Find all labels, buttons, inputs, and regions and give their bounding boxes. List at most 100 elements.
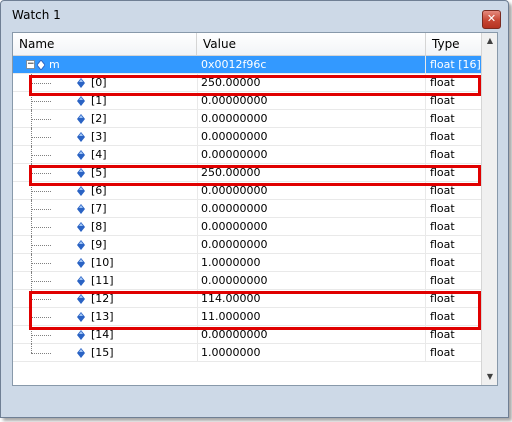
name-cell: [8] <box>13 218 198 236</box>
collapse-toggle[interactable]: − <box>26 60 35 69</box>
watch-row-root[interactable]: − m 0x0012f96c float [16] <box>13 56 481 74</box>
element-type: float <box>430 184 455 197</box>
watch-row[interactable]: [8] 0.00000000 float <box>13 218 481 236</box>
watch-row[interactable]: [5] 250.00000 float <box>13 164 481 182</box>
tree-branch <box>31 281 51 282</box>
tree-branch <box>31 155 51 156</box>
tree-branch <box>31 137 51 138</box>
element-type: float <box>430 256 455 269</box>
element-name: [15] <box>91 346 114 359</box>
element-value[interactable]: 0.00000000 <box>197 218 426 235</box>
element-value[interactable]: 0.00000000 <box>197 110 426 127</box>
watch-row[interactable]: [0] 250.00000 float <box>13 74 481 92</box>
watch-row[interactable]: [15] 1.0000000 float <box>13 344 481 362</box>
element-name: [1] <box>91 94 107 107</box>
name-cell: [10] <box>13 254 198 272</box>
tree-branch <box>31 101 51 102</box>
watch-row[interactable]: [13] 11.000000 float <box>13 308 481 326</box>
watch-row[interactable]: [4] 0.00000000 float <box>13 146 481 164</box>
watch-row[interactable]: [12] 114.00000 float <box>13 290 481 308</box>
name-cell: [7] <box>13 200 198 218</box>
title-bar[interactable]: Watch 1 ✕ <box>1 1 508 31</box>
watch-row[interactable]: [2] 0.00000000 float <box>13 110 481 128</box>
element-name: [11] <box>91 274 114 287</box>
watch-row[interactable]: [6] 0.00000000 float <box>13 182 481 200</box>
watch-window: Watch 1 ✕ Name Value Type − m 0x0012f96c… <box>0 0 509 418</box>
element-type: float <box>430 94 455 107</box>
scroll-down-arrow-icon[interactable]: ▼ <box>482 369 497 385</box>
tree-branch <box>31 299 51 300</box>
element-type: float <box>430 274 455 287</box>
element-value[interactable]: 0.00000000 <box>197 128 426 145</box>
variable-diamond-icon <box>77 186 85 196</box>
element-value[interactable]: 114.00000 <box>197 290 426 307</box>
variable-diamond-icon <box>77 78 85 88</box>
name-cell: [4] <box>13 146 198 164</box>
tree-branch <box>31 191 51 192</box>
root-value[interactable]: 0x0012f96c <box>197 56 426 73</box>
element-value[interactable]: 250.00000 <box>197 164 426 181</box>
element-name: [2] <box>91 112 107 125</box>
element-value[interactable]: 250.00000 <box>197 74 426 91</box>
root-type: float [16] <box>426 56 481 73</box>
name-cell: [0] <box>13 74 198 92</box>
watch-row[interactable]: [3] 0.00000000 float <box>13 128 481 146</box>
element-value[interactable]: 0.00000000 <box>197 182 426 199</box>
close-button[interactable]: ✕ <box>482 10 501 29</box>
column-value-header[interactable]: Value <box>197 33 426 55</box>
name-cell: [11] <box>13 272 198 290</box>
name-cell: [12] <box>13 290 198 308</box>
name-cell: [15] <box>13 344 198 361</box>
element-value[interactable]: 1.0000000 <box>197 344 426 361</box>
tree-branch <box>31 83 51 84</box>
name-cell: [2] <box>13 110 198 128</box>
variable-diamond-icon <box>77 348 85 358</box>
element-type: float <box>430 292 455 305</box>
window-title: Watch 1 <box>12 8 61 22</box>
vertical-scrollbar[interactable]: ▲ ▼ <box>481 33 497 385</box>
watch-row[interactable]: [7] 0.00000000 float <box>13 200 481 218</box>
variable-diamond-icon <box>77 114 85 124</box>
watch-row[interactable]: [14] 0.00000000 float <box>13 326 481 344</box>
element-name: [0] <box>91 76 107 89</box>
root-name-cell: − m <box>13 56 198 73</box>
watch-row[interactable]: [11] 0.00000000 float <box>13 272 481 290</box>
tree-connector <box>31 344 32 353</box>
variable-diamond-icon <box>77 132 85 142</box>
element-value[interactable]: 1.0000000 <box>197 254 426 271</box>
watch-row[interactable]: [10] 1.0000000 float <box>13 254 481 272</box>
name-cell: [13] <box>13 308 198 326</box>
variable-diamond-icon <box>77 204 85 214</box>
element-value[interactable]: 0.00000000 <box>197 272 426 289</box>
element-value[interactable]: 0.00000000 <box>197 200 426 217</box>
column-type-header[interactable]: Type <box>426 33 481 55</box>
watch-row[interactable]: [9] 0.00000000 float <box>13 236 481 254</box>
element-type: float <box>430 166 455 179</box>
element-value[interactable]: 0.00000000 <box>197 326 426 343</box>
element-type: float <box>430 328 455 341</box>
element-value[interactable]: 0.00000000 <box>197 236 426 253</box>
element-value[interactable]: 11.000000 <box>197 308 426 325</box>
element-name: [6] <box>91 184 107 197</box>
element-name: [3] <box>91 130 107 143</box>
watch-rows: − m 0x0012f96c float [16] [0] 250.00000 fl… <box>13 56 481 362</box>
variable-diamond-icon <box>77 258 85 268</box>
element-name: [14] <box>91 328 114 341</box>
column-header: Name Value Type <box>13 33 481 56</box>
column-name-header[interactable]: Name <box>13 33 197 55</box>
tree-branch <box>31 353 51 354</box>
element-name: [8] <box>91 220 107 233</box>
tree-branch <box>31 335 51 336</box>
element-name: [12] <box>91 292 114 305</box>
variable-diamond-icon <box>77 168 85 178</box>
watch-row[interactable]: [1] 0.00000000 float <box>13 92 481 110</box>
element-value[interactable]: 0.00000000 <box>197 146 426 163</box>
variable-diamond-icon <box>77 96 85 106</box>
element-type: float <box>430 148 455 161</box>
element-value[interactable]: 0.00000000 <box>197 92 426 109</box>
variable-diamond-icon <box>77 330 85 340</box>
name-cell: [6] <box>13 182 198 200</box>
name-cell: [1] <box>13 92 198 110</box>
scroll-up-arrow-icon[interactable]: ▲ <box>482 33 497 49</box>
element-type: float <box>430 238 455 251</box>
